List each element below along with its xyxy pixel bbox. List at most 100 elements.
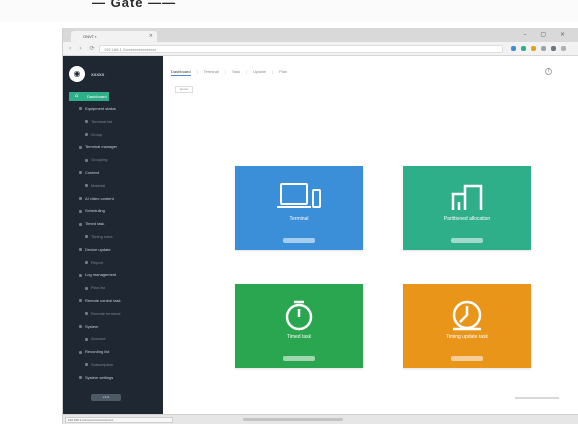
tab-title: ONVT ▪ xyxy=(83,34,97,39)
sidebar-item[interactable]: AI video content xyxy=(79,196,114,201)
sidebar-item[interactable]: Group xyxy=(85,132,102,137)
status-url: 192.168.1.1/xxxxxx/xxxxxxx/xxxxx xyxy=(65,417,173,423)
browser-tab[interactable]: ONVT ▪ × xyxy=(71,31,157,42)
sidebar-item-label: Account xyxy=(91,336,106,342)
sidebar-item-label: Report xyxy=(91,259,104,265)
bullet-icon xyxy=(79,107,82,111)
tile-timed-task[interactable]: Timed task xyxy=(235,284,363,368)
tile-terminal[interactable]: Terminal xyxy=(235,166,363,250)
bullet-icon xyxy=(79,325,82,329)
extension-icon[interactable] xyxy=(551,46,556,51)
main-content: Dashboard | Terminal | Task | Update | Plan ? Ho… xyxy=(163,56,578,414)
breadcrumb-item[interactable]: Task xyxy=(232,69,240,74)
sidebar-item-dashboard[interactable]: ⌂ Dashboard xyxy=(69,92,109,101)
tile-label: Partitioned allocation xyxy=(443,216,491,222)
breadcrumb-item[interactable]: Dashboard xyxy=(171,69,191,76)
bullet-icon xyxy=(79,299,82,303)
sidebar-item-label: Recording list xyxy=(85,349,110,355)
tile-button[interactable] xyxy=(283,238,315,243)
sidebar-item[interactable]: System xyxy=(79,324,98,329)
sidebar-item[interactable]: Timed task xyxy=(79,221,104,226)
clock-icon xyxy=(452,300,482,331)
home-chip[interactable]: Home xyxy=(175,86,193,93)
breadcrumb-separator: | xyxy=(271,69,274,74)
bullet-icon xyxy=(85,235,88,239)
window-controls[interactable]: – ▢ × xyxy=(523,31,571,38)
sidebar-item-label: System xyxy=(85,323,99,329)
version-pill: v.1.0 xyxy=(91,394,121,401)
url-input[interactable]: 192.168.1.1/xxxxxxxxxxxxxxx xyxy=(99,45,503,53)
bullet-icon xyxy=(85,286,88,290)
sidebar-item[interactable]: Log management xyxy=(79,272,116,277)
sidebar-item[interactable]: Remote control task xyxy=(79,298,121,303)
sidebar-item-label: Equipment status xyxy=(85,106,116,111)
browser-window: ONVT ▪ × – ▢ × ‹ › ⟳ 192.168.1.1/xxxxxxx… xyxy=(62,28,578,424)
breadcrumb-separator: | xyxy=(196,69,198,74)
horizontal-scrollbar[interactable] xyxy=(243,418,343,421)
sidebar: ◉ XXXXX ⌂ Dashboard v.1.0 Equipment stat… xyxy=(63,56,163,414)
extension-icon[interactable] xyxy=(521,46,526,51)
breadcrumb-item[interactable]: Update xyxy=(253,69,266,74)
home-icon: ⌂ xyxy=(75,93,79,99)
sidebar-item[interactable]: Terminal list xyxy=(85,119,112,124)
sidebar-item[interactable]: Recording list xyxy=(79,349,109,354)
breadcrumb-item[interactable]: Terminal xyxy=(204,69,219,74)
sidebar-item[interactable]: Device update xyxy=(79,247,111,252)
sidebar-item[interactable]: Content xyxy=(79,170,99,175)
extension-icon[interactable] xyxy=(561,46,566,51)
tile-timing-update-task[interactable]: Timing update task xyxy=(403,284,531,368)
top-caption: — Gate —— xyxy=(92,0,177,10)
bullet-icon xyxy=(85,261,88,265)
bullet-icon xyxy=(85,363,88,367)
brand-name: XXXXX xyxy=(91,72,105,77)
extension-icon[interactable] xyxy=(531,46,536,51)
bullet-icon xyxy=(79,222,82,226)
tile-button[interactable] xyxy=(283,356,315,361)
sidebar-item-label: Dashboard xyxy=(87,94,107,99)
sidebar-item-label: AI video content xyxy=(85,195,114,201)
logo-icon: ◉ xyxy=(69,66,85,82)
extension-icon[interactable] xyxy=(541,46,546,51)
sidebar-item[interactable]: Material xyxy=(85,183,105,188)
navigation-buttons[interactable]: ‹ › ⟳ xyxy=(69,45,98,52)
breadcrumb-separator: | xyxy=(246,69,248,74)
breadcrumb-item[interactable]: Plan xyxy=(279,69,287,74)
browser-status-bar: 192.168.1.1/xxxxxx/xxxxxxx/xxxxx xyxy=(63,414,578,424)
bullet-icon xyxy=(85,337,88,341)
bullet-icon xyxy=(85,120,88,124)
sidebar-item[interactable]: Grouping xyxy=(85,157,107,162)
sidebar-item[interactable]: Report xyxy=(85,260,103,265)
tile-button[interactable] xyxy=(451,238,483,243)
tab-close-icon[interactable]: × xyxy=(149,33,153,39)
sidebar-item-label: Remote control task xyxy=(85,298,121,303)
sidebar-item-label: Plan list xyxy=(91,285,106,291)
breadcrumb-separator: | xyxy=(224,69,226,74)
tile-button[interactable] xyxy=(451,356,483,361)
bullet-icon xyxy=(79,248,82,252)
sidebar-item[interactable]: Subscription xyxy=(85,362,113,367)
tile-partitioned-allocation[interactable]: Partitioned allocation xyxy=(403,166,531,250)
breadcrumb: Dashboard | Terminal | Task | Update | Plan xyxy=(171,69,287,77)
bullet-icon xyxy=(79,350,82,354)
sidebar-item[interactable]: System settings xyxy=(79,375,113,380)
sidebar-item[interactable]: Timing rules xyxy=(85,234,113,239)
extension-icon[interactable] xyxy=(511,46,516,51)
sidebar-item[interactable]: Remote terminal xyxy=(85,311,120,316)
tile-label: Timed task xyxy=(286,334,312,340)
bullet-icon xyxy=(85,184,88,188)
sidebar-item[interactable]: Account xyxy=(85,336,105,341)
address-bar: ‹ › ⟳ 192.168.1.1/xxxxxxxxxxxxxxx xyxy=(63,42,578,56)
sidebar-item-label: Subscription xyxy=(91,362,114,367)
sidebar-item-label: Material xyxy=(91,182,106,188)
bullet-icon xyxy=(79,145,82,149)
sidebar-item[interactable]: Terminal manager xyxy=(79,144,117,149)
sidebar-item-label: System settings xyxy=(85,374,114,380)
sidebar-item[interactable]: Scheduling xyxy=(79,208,105,213)
bullet-icon xyxy=(79,376,82,380)
timer-icon xyxy=(285,300,313,331)
bullet-icon xyxy=(79,209,82,213)
extension-icons xyxy=(511,45,575,53)
sidebar-item[interactable]: Plan list xyxy=(85,285,105,290)
help-icon[interactable]: ? xyxy=(545,68,552,75)
sidebar-item[interactable]: Equipment status xyxy=(79,106,116,111)
